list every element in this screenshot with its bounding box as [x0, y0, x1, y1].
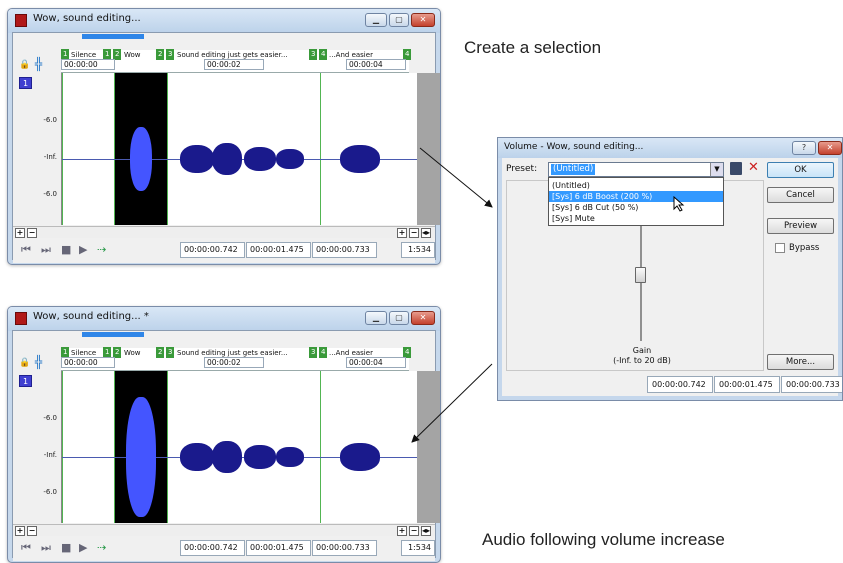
save-preset-icon[interactable] [730, 162, 742, 175]
preset-option-boost[interactable]: [Sys] 6 dB Boost (200 %) [549, 191, 723, 202]
preview-button[interactable]: Preview [767, 218, 834, 234]
preset-value: (Untitled) [551, 164, 596, 175]
status-end: 00:00:01.475 [714, 376, 780, 393]
mouse-cursor-icon [673, 195, 685, 214]
delete-preset-icon[interactable]: ✕ [748, 160, 759, 175]
preset-label: Preset: [506, 164, 538, 174]
gain-label: Gain [632, 346, 652, 355]
more-button[interactable]: More... [767, 354, 834, 370]
preset-dropdown-list[interactable]: (Untitled) [Sys] 6 dB Boost (200 %) [Sys… [548, 177, 724, 226]
preset-option-mute[interactable]: [Sys] Mute [549, 213, 723, 224]
dialog-title: Volume - Wow, sound editing... [504, 142, 644, 152]
bypass-label: Bypass [789, 243, 820, 253]
preset-option-untitled[interactable]: (Untitled) [549, 180, 723, 191]
gain-slider-thumb[interactable] [635, 267, 646, 283]
dialog-client: Preset: (Untitled) ▼ ✕ Gain (-Inf. to 20… [502, 158, 842, 396]
preset-option-cut[interactable]: [Sys] 6 dB Cut (50 %) [549, 202, 723, 213]
bypass-checkbox[interactable] [775, 243, 785, 253]
help-button[interactable]: ? [792, 141, 816, 155]
arrow-to-result [411, 363, 493, 443]
volume-dialog: Volume - Wow, sound editing... ? ✕ Prese… [497, 137, 843, 401]
dialog-title-bar[interactable]: Volume - Wow, sound editing... ? ✕ [498, 138, 842, 158]
preset-dropdown[interactable]: (Untitled) ▼ [548, 162, 724, 177]
cancel-button[interactable]: Cancel [767, 187, 834, 203]
ok-button[interactable]: OK [767, 162, 834, 178]
close-icon[interactable]: ✕ [818, 141, 842, 155]
status-length: 00:00:00.733 [781, 376, 842, 393]
chevron-down-icon[interactable]: ▼ [710, 163, 723, 176]
arrow-to-dialog [419, 147, 493, 208]
status-start: 00:00:00.742 [647, 376, 713, 393]
gain-range: (-Inf. to 20 dB) [613, 356, 671, 365]
